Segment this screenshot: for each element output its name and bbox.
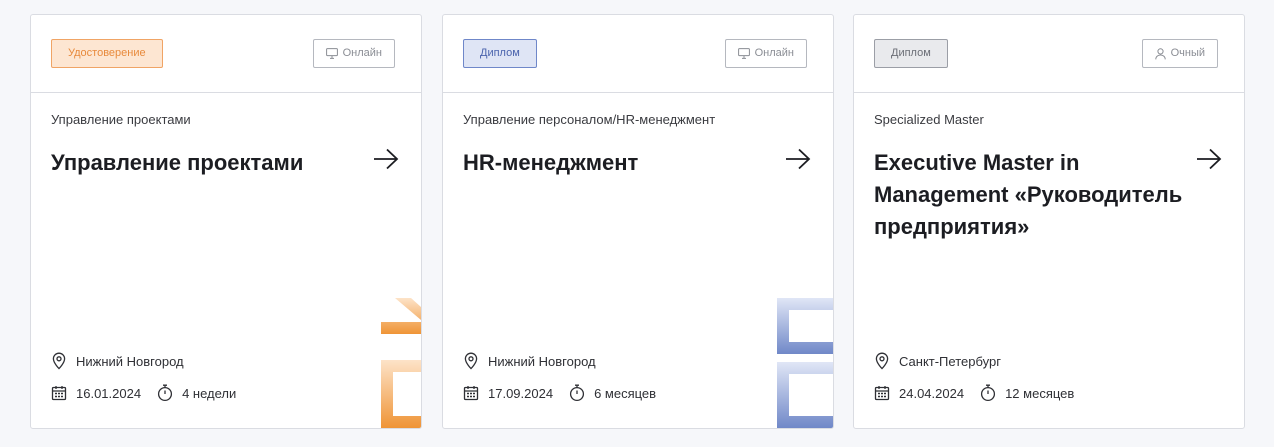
calendar-icon bbox=[463, 386, 479, 401]
duration-label: 6 месяцев bbox=[594, 385, 657, 401]
arrow-right-icon[interactable] bbox=[785, 148, 811, 170]
start-date-label: 17.09.2024 bbox=[488, 385, 554, 401]
card-header: Диплом Очный bbox=[854, 15, 1244, 93]
arrow-right-icon[interactable] bbox=[373, 148, 399, 170]
start-date-label: 16.01.2024 bbox=[76, 385, 142, 401]
location: Нижний Новгород bbox=[463, 352, 596, 370]
program-card-project-management[interactable]: Удостоверение Онлайн Управление проектам… bbox=[30, 14, 422, 429]
program-category: Управление персоналом/HR-менеджмент bbox=[463, 112, 716, 127]
duration-label: 12 месяцев bbox=[1005, 385, 1075, 401]
schedule-row: 24.04.2024 12 месяцев bbox=[874, 384, 1074, 402]
stopwatch-icon bbox=[981, 384, 996, 402]
schedule-row: 16.01.2024 4 недели bbox=[51, 384, 236, 402]
stopwatch-icon bbox=[158, 384, 173, 402]
monitor-icon bbox=[325, 48, 338, 59]
program-title[interactable]: Управление проектами bbox=[51, 147, 369, 179]
arrow-right-icon[interactable] bbox=[1196, 148, 1222, 170]
program-title[interactable]: Executive Master in Management «Руководи… bbox=[874, 147, 1192, 243]
format-label: Очный bbox=[1170, 47, 1205, 59]
format-label: Онлайн bbox=[754, 47, 794, 59]
schedule-row: 17.09.2024 6 месяцев bbox=[463, 384, 656, 402]
card-header: Удостоверение Онлайн bbox=[31, 15, 421, 93]
card-header: Диплом Онлайн bbox=[443, 15, 833, 93]
certificate-type-badge: Диплом bbox=[874, 39, 948, 68]
start-date: 17.09.2024 bbox=[463, 385, 553, 401]
monitor-icon bbox=[737, 48, 750, 59]
calendar-icon bbox=[874, 386, 890, 401]
duration: 4 недели bbox=[157, 384, 236, 402]
format-badge: Онлайн bbox=[312, 39, 395, 68]
calendar-icon bbox=[51, 386, 67, 401]
duration: 12 месяцев bbox=[980, 384, 1074, 402]
start-date: 16.01.2024 bbox=[51, 385, 141, 401]
location-label: Санкт-Петербург bbox=[899, 353, 1001, 369]
program-card-executive-master[interactable]: Диплом Очный Specialized Master Executiv… bbox=[853, 14, 1245, 429]
certificate-type-badge: Удостоверение bbox=[51, 39, 163, 68]
program-card-hr-management[interactable]: Диплом Онлайн Управление персоналом/HR-м… bbox=[442, 14, 834, 429]
program-category: Управление проектами bbox=[51, 112, 191, 127]
duration-label: 4 недели bbox=[182, 385, 237, 401]
format-badge: Очный bbox=[1141, 39, 1218, 68]
format-badge: Онлайн bbox=[724, 39, 807, 68]
start-date-label: 24.04.2024 bbox=[899, 385, 965, 401]
person-icon bbox=[1154, 47, 1166, 59]
stopwatch-icon bbox=[570, 384, 585, 402]
start-date: 24.04.2024 bbox=[874, 385, 964, 401]
duration: 6 месяцев bbox=[569, 384, 656, 402]
program-title[interactable]: HR-менеджмент bbox=[463, 147, 781, 179]
format-label: Онлайн bbox=[342, 47, 382, 59]
location-label: Нижний Новгород bbox=[76, 353, 184, 369]
certificate-type-badge: Диплом bbox=[463, 39, 537, 68]
decorative-letters-graphic bbox=[777, 298, 833, 428]
location: Нижний Новгород bbox=[51, 352, 184, 370]
location-pin-icon bbox=[875, 352, 889, 370]
location-label: Нижний Новгород bbox=[488, 353, 596, 369]
program-category: Specialized Master bbox=[874, 112, 984, 127]
location-pin-icon bbox=[464, 352, 478, 370]
location: Санкт-Петербург bbox=[874, 352, 1001, 370]
location-pin-icon bbox=[52, 352, 66, 370]
decorative-letters-graphic bbox=[381, 298, 421, 428]
